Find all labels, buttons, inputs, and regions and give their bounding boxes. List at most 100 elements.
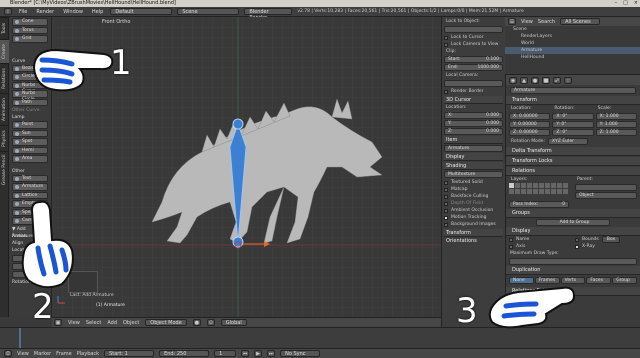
tab-create[interactable]: Create xyxy=(0,39,9,63)
cursor-y-field[interactable]: Y: 0.000 xyxy=(444,120,503,127)
pivot-icon[interactable]: ⊙ xyxy=(206,319,215,326)
ambient-occlusion-checkbox[interactable]: Ambient Occlusion xyxy=(444,207,503,214)
pass-index-field[interactable]: Pass Index: 0 xyxy=(509,201,569,208)
layout-select[interactable]: Default xyxy=(110,8,173,15)
prop-rot-z[interactable]: Z: 0° xyxy=(552,129,594,136)
timeline-menu-playback[interactable]: Playback xyxy=(77,351,99,357)
bounds-type-select[interactable]: Box xyxy=(601,236,621,243)
tab-physics[interactable]: Physics xyxy=(0,125,9,151)
outliner-filter-select[interactable]: All Scenes xyxy=(560,18,601,25)
lock-object-field[interactable] xyxy=(444,26,503,33)
transform-panel[interactable]: Transform xyxy=(506,96,640,105)
parent-type-select[interactable]: Object xyxy=(575,192,637,199)
item-name-field[interactable]: Armature xyxy=(444,145,503,152)
mode-select[interactable]: Object Mode xyxy=(145,319,187,326)
prop-rot-y[interactable]: Y: 0° xyxy=(552,121,594,128)
motion-tracking-checkbox[interactable]: Motion Tracking xyxy=(444,214,503,221)
object-name-field[interactable]: Armature xyxy=(510,87,636,94)
add-lattice-button[interactable]: Lattice xyxy=(12,191,48,199)
timeline-menu-marker[interactable]: Marker xyxy=(34,351,51,357)
relations-panel[interactable]: Relations xyxy=(506,167,640,176)
render-context-icon[interactable]: ◉ xyxy=(509,76,517,84)
play-icon[interactable]: ▶ xyxy=(254,350,263,357)
lock-camera-checkbox[interactable]: Lock Camera to View xyxy=(444,41,503,48)
start-frame-field[interactable]: Start: 1 xyxy=(104,350,155,357)
add-armature-button[interactable]: Armature xyxy=(12,183,48,191)
cursor-z-field[interactable]: Z: 0.000 xyxy=(444,128,503,135)
prop-loc-z[interactable]: Z: 0.00000 xyxy=(509,129,551,136)
maximize-button[interactable]: □ xyxy=(623,0,628,7)
minimize-button[interactable]: – xyxy=(615,0,618,7)
sync-select[interactable]: No Sync xyxy=(280,350,321,357)
data-context-icon[interactable]: ☆ xyxy=(564,76,572,84)
dup-group-button[interactable]: Group xyxy=(612,277,637,284)
scene-select[interactable]: Scene xyxy=(177,8,240,15)
add-spot-lamp-button[interactable]: Spot xyxy=(12,138,48,146)
shading-panel[interactable]: Shading xyxy=(444,162,503,170)
tab-tools[interactable]: Tools xyxy=(0,17,9,39)
menu-select[interactable]: Select xyxy=(86,320,101,326)
info-editor-icon[interactable]: i xyxy=(4,8,12,15)
render-border-checkbox[interactable]: Render Border xyxy=(444,88,503,95)
outliner-editor-icon[interactable]: ☰ xyxy=(508,18,516,25)
outliner-menu-search[interactable]: Search xyxy=(538,19,555,25)
jump-start-icon[interactable]: ⏮ xyxy=(241,350,250,357)
shading-icon[interactable]: ● xyxy=(192,319,201,326)
timeline-menu-view[interactable]: View xyxy=(17,351,29,357)
orientation-select[interactable]: Global xyxy=(220,319,247,326)
tab-relations[interactable]: Relations xyxy=(0,63,9,93)
cursor-x-field[interactable]: X: 0.000 xyxy=(444,112,503,119)
outliner-menu-view[interactable]: View xyxy=(521,19,533,25)
add-torus-button[interactable]: Torus xyxy=(12,26,48,34)
depth-of-field-checkbox[interactable]: Depth Of Field xyxy=(444,200,503,207)
prop-scale-x[interactable]: X: 1.000 xyxy=(595,113,637,120)
add-hemi-lamp-button[interactable]: Hemi xyxy=(12,146,48,154)
tab-animation[interactable]: Animation xyxy=(0,93,9,125)
menu-help[interactable]: Help xyxy=(90,9,105,15)
add-path-button[interactable]: Path xyxy=(12,98,48,106)
prop-loc-x[interactable]: X: 0.00000 xyxy=(509,113,551,120)
parent-field[interactable] xyxy=(575,184,637,191)
groups-panel[interactable]: Groups xyxy=(506,209,640,218)
prop-loc-y[interactable]: Y: 0.00000 xyxy=(509,121,551,128)
prop-scale-z[interactable]: Z: 1.000 xyxy=(595,129,637,136)
menu-render[interactable]: Render xyxy=(34,9,56,15)
timeline-menu-frame[interactable]: Frame xyxy=(56,351,72,357)
textured-solid-checkbox[interactable]: Textured Solid xyxy=(444,179,503,186)
constraints-context-icon[interactable]: ☍ xyxy=(553,76,561,84)
scene-context-icon[interactable]: ▲ xyxy=(520,76,528,84)
display-panel-props[interactable]: Display xyxy=(506,227,640,236)
menu-window[interactable]: Window xyxy=(61,9,85,15)
add-text-button[interactable]: Text xyxy=(12,174,48,182)
world-context-icon[interactable]: ● xyxy=(531,76,539,84)
add-area-lamp-button[interactable]: Area xyxy=(12,155,48,163)
close-button[interactable]: × xyxy=(634,0,638,7)
outliner-item-renderlayers[interactable]: RenderLayers xyxy=(505,33,640,40)
axis-checkbox[interactable]: Axis xyxy=(509,243,571,250)
outliner-item-world[interactable]: World xyxy=(505,40,640,47)
add-cone-button[interactable]: Cone xyxy=(12,18,48,26)
3d-cursor-panel[interactable]: 3D Cursor xyxy=(444,96,503,104)
max-draw-type-select[interactable] xyxy=(509,258,637,265)
clip-start-field[interactable]: Start: 0.100 xyxy=(444,56,503,63)
menu-file[interactable]: File xyxy=(17,9,29,15)
object-context-icon[interactable]: ■ xyxy=(542,76,550,84)
dup-faces-button[interactable]: Faces xyxy=(586,277,612,284)
shading-mode-select[interactable]: Multitexture xyxy=(444,171,503,178)
background-images-checkbox[interactable]: Background Images xyxy=(444,221,503,228)
render-engine-select[interactable]: Blender Render xyxy=(244,8,293,21)
outliner-item-hellhound[interactable]: HellHound xyxy=(505,54,640,61)
menu-view[interactable]: View xyxy=(68,320,80,326)
tab-grease-pencil[interactable]: Grease Pencil xyxy=(0,151,9,187)
outliner-item-scene[interactable]: Scene xyxy=(505,26,640,33)
add-to-group-button[interactable]: Add to Group xyxy=(536,219,610,226)
clip-end-field[interactable]: End: 1000.000 xyxy=(444,64,503,71)
transform-locks-panel[interactable]: Transform Locks xyxy=(506,157,640,166)
lock-to-cursor-checkbox[interactable]: Lock to Cursor xyxy=(444,34,503,41)
timeline-editor-icon[interactable]: ⏱ xyxy=(4,350,12,357)
layer-grid[interactable] xyxy=(509,183,571,194)
display-panel[interactable]: Display xyxy=(444,153,503,161)
add-sun-lamp-button[interactable]: Sun xyxy=(12,129,48,137)
editor-type-icon[interactable]: ▣ xyxy=(54,319,62,326)
name-checkbox[interactable]: Name xyxy=(509,236,571,243)
